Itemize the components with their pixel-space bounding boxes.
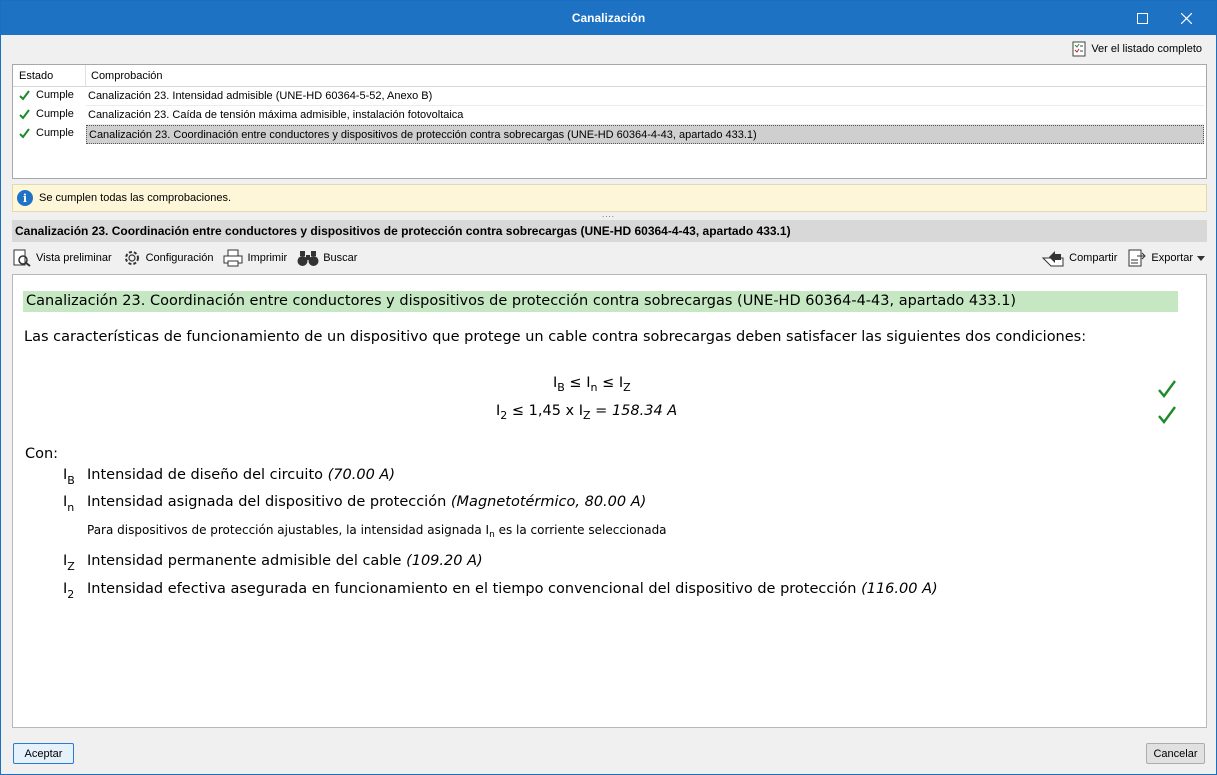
gear-icon [124, 251, 139, 265]
close-button[interactable] [1164, 1, 1208, 35]
dialog-window: Canalización Ver el listado completo Est… [0, 0, 1217, 775]
formula-result: 158.34 A [611, 403, 678, 419]
maximize-button[interactable] [1120, 1, 1164, 35]
check-icon [19, 108, 30, 120]
variable-note: Para dispositivos de protección ajustabl… [87, 523, 667, 540]
table-row-selected[interactable]: Cumple Canalización 23. Coordinación ent… [13, 125, 1206, 144]
binoculars-icon [297, 251, 319, 266]
status-label: Cumple [36, 127, 74, 139]
status-cell: Cumple [19, 127, 74, 139]
report-toolbar-right: Compartir Exportar [1041, 248, 1207, 268]
chevron-down-icon [1197, 255, 1205, 261]
check-description: Canalización 23. Intensidad admisible (U… [86, 87, 1204, 106]
report-view: Canalización 23. Coordinación entre cond… [12, 274, 1207, 728]
status-cell: Cumple [19, 89, 74, 101]
top-toolbar: Ver el listado completo [11, 39, 1206, 61]
print-button[interactable]: Imprimir [223, 249, 287, 267]
check-icon [19, 127, 30, 139]
report-toolbar: Vista preliminar Configuración Imprimir [12, 244, 1207, 272]
export-label: Exportar [1151, 252, 1193, 264]
export-document-icon [1128, 249, 1147, 267]
maximize-icon [1136, 12, 1148, 24]
variable-description: Intensidad efectiva asegurada en funcion… [87, 581, 938, 597]
status-cell: Cumple [19, 108, 74, 120]
table-header: Estado Comprobación [13, 65, 1206, 87]
window-title: Canalización [571, 11, 646, 25]
share-icon [1041, 251, 1064, 267]
view-full-list-button[interactable]: Ver el listado completo [1072, 41, 1202, 57]
preview-label: Vista preliminar [36, 252, 112, 264]
search-button[interactable]: Buscar [297, 249, 357, 267]
check-description: Canalización 23. Coordinación entre cond… [86, 125, 1204, 144]
table-row[interactable]: Cumple Canalización 23. Caída de tensión… [13, 106, 1206, 125]
configuration-label: Configuración [145, 252, 214, 264]
cancel-button[interactable]: Cancelar [1146, 743, 1205, 764]
share-label: Compartir [1069, 252, 1118, 264]
export-button[interactable]: Exportar [1127, 248, 1205, 268]
check-icon [1158, 406, 1176, 424]
accept-button[interactable]: Aceptar [13, 743, 74, 764]
report-intro: Las características de funcionamiento de… [24, 329, 1087, 345]
info-message: Se cumplen todas las comprobaciones. [39, 192, 231, 204]
splitter-handle[interactable]: .... [1, 211, 1216, 219]
close-icon [1180, 12, 1192, 24]
variable-description: Intensidad de diseño del circuito (70.00… [87, 467, 395, 483]
status-label: Cumple [36, 89, 74, 101]
print-label: Imprimir [247, 252, 288, 264]
configuration-button[interactable]: Configuración [122, 248, 214, 268]
variable-description: Intensidad permanente admisible del cabl… [87, 553, 483, 569]
preview-button[interactable]: Vista preliminar [12, 249, 112, 267]
info-bar: i Se cumplen todas las comprobaciones. [12, 184, 1207, 212]
formula-condition-2: I2 ≤ 1,45 x IZ = 158.34 A [496, 403, 678, 422]
formula-condition-1: IB ≤ In ≤ IZ [553, 375, 631, 394]
check-icon [19, 89, 30, 101]
status-label: Cumple [36, 108, 74, 120]
check-description: Canalización 23. Caída de tensión máxima… [86, 106, 1204, 125]
variable-description: Intensidad asignada del dispositivo de p… [87, 494, 647, 510]
title-bar: Canalización [1, 1, 1216, 35]
print-preview-icon [13, 249, 31, 267]
variable-symbol: In [63, 494, 75, 514]
info-icon: i [17, 190, 33, 206]
view-full-list-label: Ver el listado completo [1091, 43, 1202, 55]
column-header-status[interactable]: Estado [19, 70, 53, 82]
column-header-check[interactable]: Comprobación [91, 70, 163, 82]
table-row[interactable]: Cumple Canalización 23. Intensidad admis… [13, 87, 1206, 106]
checklist-icon [1072, 41, 1086, 57]
share-button[interactable]: Compartir [1041, 248, 1117, 268]
section-title: Canalización 23. Coordinación entre cond… [12, 220, 1207, 242]
search-label: Buscar [323, 252, 358, 264]
variable-symbol: IZ [63, 553, 75, 573]
printer-icon [223, 249, 243, 267]
variables-heading: Con: [25, 446, 59, 462]
variable-symbol: I2 [63, 581, 75, 601]
checks-table: Estado Comprobación Cumple Canalización … [12, 64, 1207, 179]
column-divider[interactable] [85, 65, 86, 86]
check-icon [1158, 380, 1176, 398]
variable-symbol: IB [63, 467, 75, 487]
report-heading: Canalización 23. Coordinación entre cond… [23, 291, 1178, 312]
